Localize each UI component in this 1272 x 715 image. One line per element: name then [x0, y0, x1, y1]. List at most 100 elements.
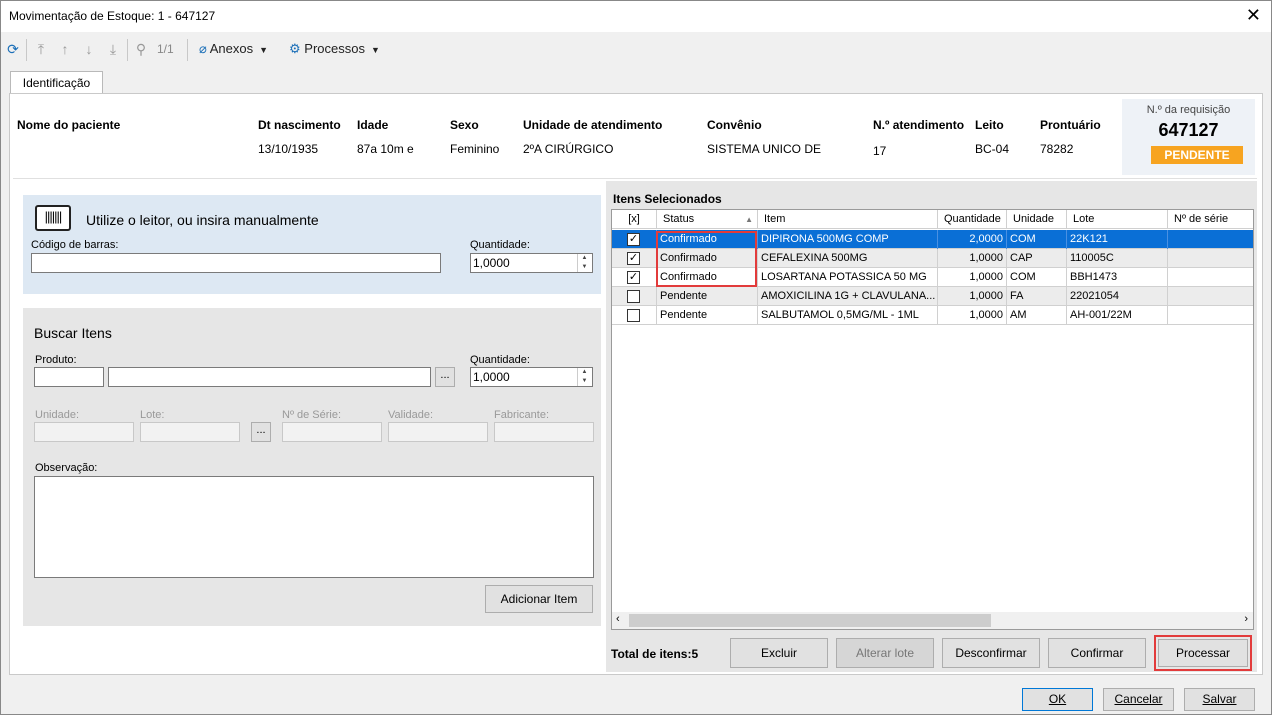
cell-serie [1168, 230, 1253, 249]
cell-status: Pendente [657, 287, 758, 306]
processos-menu[interactable]: ⚙ Processos ▼ [289, 41, 380, 57]
row-checkbox-cell: ✓ [612, 268, 657, 287]
cell-serie [1168, 306, 1253, 325]
quantidade-value: 1,0000 [473, 256, 510, 270]
checkbox-checked-icon[interactable]: ✓ [627, 271, 640, 284]
desconfirmar-button[interactable]: Desconfirmar [942, 638, 1040, 668]
previous-record-icon[interactable]: ↑ [57, 41, 73, 57]
buscar-itens-panel: Buscar Itens Produto: ... Quantidade: 1,… [23, 308, 601, 626]
value-sexo: Feminino [450, 142, 500, 156]
cell-unidade: AM [1007, 306, 1067, 325]
checkbox-checked-icon[interactable]: ✓ [627, 252, 640, 265]
observacao-textarea[interactable] [34, 476, 594, 578]
last-record-icon[interactable]: ⤓ [105, 41, 121, 57]
value-prontuario: 78282 [1040, 142, 1074, 156]
cell-quantidade: 1,0000 [938, 306, 1007, 325]
cell-serie [1168, 249, 1253, 268]
scrollbar-thumb[interactable] [629, 614, 991, 627]
cell-unidade: FA [1007, 287, 1067, 306]
cancelar-button[interactable]: Cancelar [1103, 688, 1174, 711]
fabricante-input [494, 422, 594, 442]
row-checkbox-cell [612, 306, 657, 325]
spinner-arrows-icon[interactable]: ▲ ▼ [577, 254, 591, 272]
table-row[interactable]: Pendente SALBUTAMOL 0,5MG/ML - 1ML 1,000… [612, 306, 1253, 325]
anexos-menu[interactable]: ⌀ Anexos ▼ [199, 41, 268, 57]
spinner-arrows-icon[interactable]: ▲ ▼ [577, 368, 591, 386]
produto-label: Produto: [35, 354, 77, 366]
cell-unidade: COM [1007, 230, 1067, 249]
total-itens: Total de itens:5 [611, 647, 699, 661]
unidade-input [34, 422, 134, 442]
record-counter: 1/1 [157, 42, 174, 56]
cell-quantidade: 2,0000 [938, 230, 1007, 249]
validade-label: Validade: [388, 409, 434, 421]
close-icon[interactable]: ✕ [1246, 5, 1261, 25]
cell-quantidade: 1,0000 [938, 268, 1007, 287]
cell-quantidade: 1,0000 [938, 287, 1007, 306]
grid-header: [x] Status ▲ Item Quantidade Unidade Lote… [612, 210, 1253, 229]
label-prontuario: Prontuário [1040, 118, 1101, 132]
col-item[interactable]: Item [758, 210, 938, 229]
value-leito: BC-04 [975, 142, 1010, 156]
produto-lookup-button[interactable]: ... [435, 367, 455, 387]
cell-quantidade: 1,0000 [938, 249, 1007, 268]
checkbox-unchecked-icon[interactable] [627, 290, 640, 303]
adicionar-item-button[interactable]: Adicionar Item [485, 585, 593, 613]
value-dt-nascimento: 13/10/1935 [258, 142, 319, 156]
cell-lote: 22021054 [1067, 287, 1168, 306]
cell-lote: BBH1473 [1067, 268, 1168, 287]
label-dt-nascimento: Dt nascimento [258, 118, 341, 132]
lote-lookup-button[interactable]: ... [251, 422, 271, 442]
toolbar-separator [26, 39, 27, 61]
value-unidade-atendimento: 2ºA CIRÚRGICO [523, 142, 614, 156]
produto-name-input[interactable] [108, 367, 431, 387]
cell-lote: 110005C [1067, 249, 1168, 268]
buscar-quantidade-label: Quantidade: [470, 354, 530, 366]
scroll-left-icon[interactable]: ‹ [616, 613, 620, 625]
cell-item: SALBUTAMOL 0,5MG/ML - 1ML [758, 306, 938, 325]
tab-label: Identificação [22, 76, 91, 90]
confirmar-button[interactable]: Confirmar [1048, 638, 1146, 668]
alterar-lote-button[interactable]: Alterar lote [836, 638, 934, 668]
col-status-label: Status [663, 213, 695, 225]
buscar-quantidade-value: 1,0000 [473, 370, 510, 384]
ok-button[interactable]: OK [1022, 688, 1093, 711]
processos-label: Processos [304, 41, 365, 56]
quantidade-input[interactable]: 1,0000 ▲ ▼ [470, 253, 593, 273]
col-unidade[interactable]: Unidade [1007, 210, 1067, 229]
first-record-icon[interactable]: ⤒ [33, 41, 49, 57]
checkbox-unchecked-icon[interactable] [627, 309, 640, 322]
col-checkbox[interactable]: [x] [612, 210, 657, 229]
refresh-icon[interactable]: ⟳ [5, 41, 21, 57]
buscar-itens-title: Buscar Itens [34, 325, 112, 341]
chevron-down-icon: ▼ [370, 45, 380, 55]
lote-label: Lote: [140, 409, 165, 421]
col-quantidade[interactable]: Quantidade [938, 210, 1007, 229]
col-lote[interactable]: Lote [1067, 210, 1168, 229]
produto-code-input[interactable] [34, 367, 104, 387]
quantidade-label: Quantidade: [470, 239, 530, 251]
label-leito: Leito [975, 118, 1004, 132]
buscar-quantidade-input[interactable]: 1,0000 ▲ ▼ [470, 367, 593, 387]
gear-icon: ⚙ [289, 41, 301, 56]
horizontal-scrollbar[interactable]: ‹ › [612, 612, 1253, 629]
scroll-right-icon[interactable]: › [1244, 613, 1248, 625]
checkbox-checked-icon[interactable]: ✓ [627, 233, 640, 246]
label-sexo: Sexo [450, 118, 479, 132]
label-unidade-atendimento: Unidade de atendimento [523, 118, 663, 132]
col-status[interactable]: Status ▲ [657, 210, 758, 229]
table-row[interactable]: Pendente AMOXICILINA 1G + CLAVULANA... 1… [612, 287, 1253, 306]
cell-unidade: COM [1007, 268, 1067, 287]
label-idade: Idade [357, 118, 389, 132]
barcode-panel: ||||||| Utilize o leitor, ou insira manu… [23, 195, 601, 294]
label-nome-paciente: Nome do paciente [17, 118, 121, 132]
search-icon[interactable]: ⚲ [133, 41, 149, 57]
tab-identificacao[interactable]: Identificação [10, 71, 103, 94]
codigo-barras-input[interactable] [31, 253, 441, 273]
salvar-button[interactable]: Salvar [1184, 688, 1255, 711]
col-serie[interactable]: Nº de série [1168, 210, 1253, 229]
barcode-icon: ||||||| [35, 205, 71, 231]
cell-lote: 22K121 [1067, 230, 1168, 249]
next-record-icon[interactable]: ↓ [81, 41, 97, 57]
excluir-button[interactable]: Excluir [730, 638, 828, 668]
